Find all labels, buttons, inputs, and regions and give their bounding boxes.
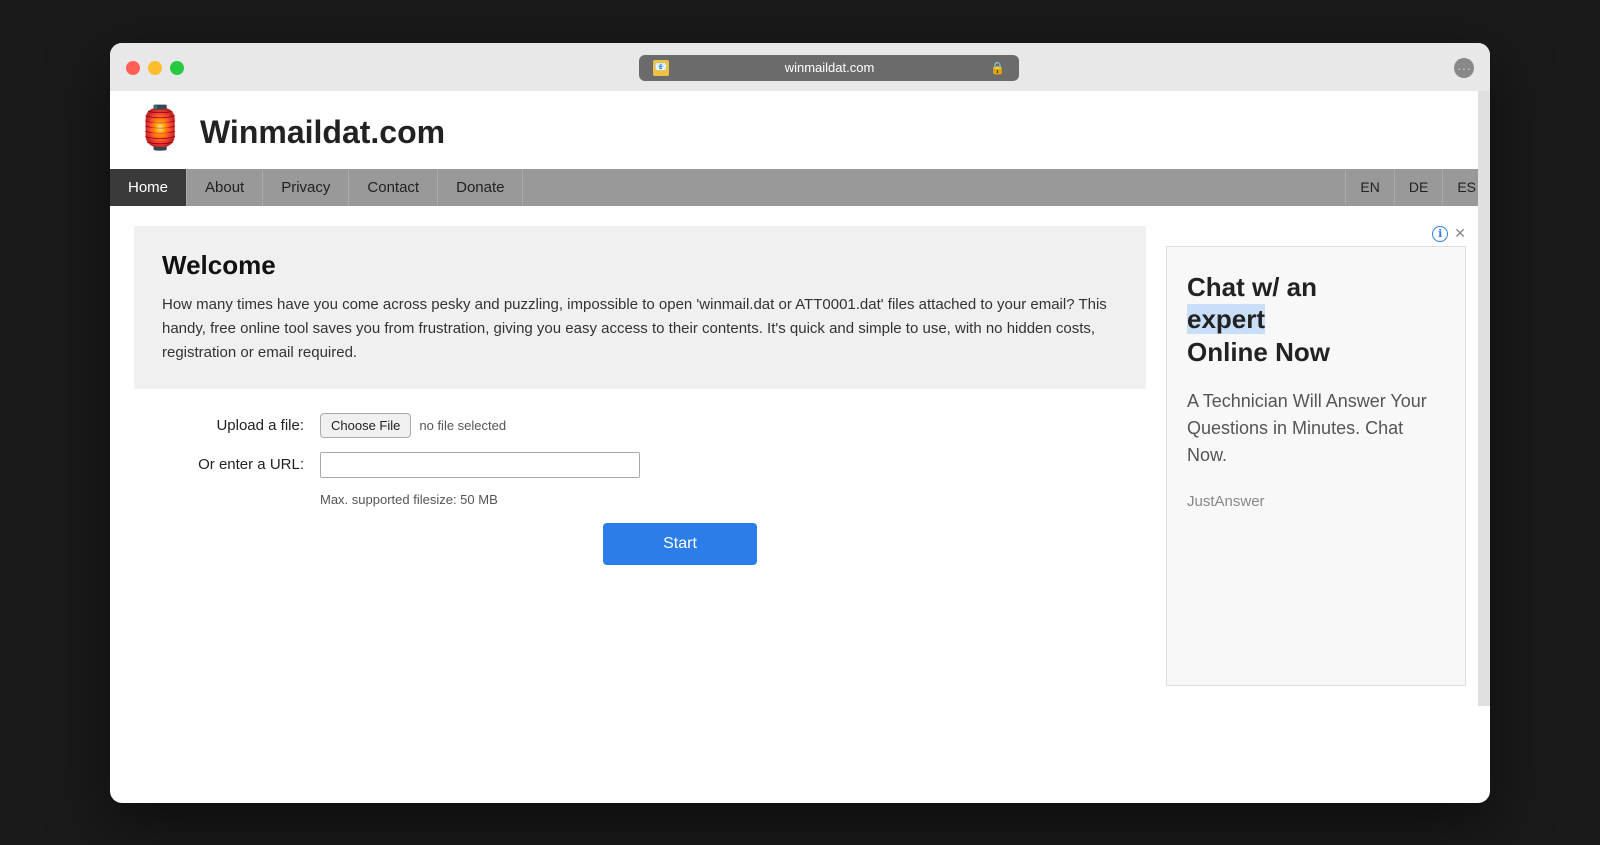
maximize-button[interactable]	[170, 61, 184, 75]
url-label: Or enter a URL:	[144, 456, 304, 473]
ad-headline-highlight: expert	[1187, 304, 1265, 334]
site-logo: 🏮	[134, 107, 186, 159]
filesize-note: Max. supported filesize: 50 MB	[320, 492, 1136, 507]
upload-label: Upload a file:	[144, 417, 304, 434]
nav-item-about[interactable]: About	[187, 169, 263, 206]
traffic-lights	[126, 61, 184, 75]
url-input-row: Or enter a URL:	[144, 452, 1136, 478]
main-content: Welcome How many times have you come acr…	[134, 226, 1146, 686]
ad-headline: Chat w/ an expert Online Now	[1187, 271, 1445, 369]
site-header: 🏮 Winmaildat.com	[110, 91, 1490, 159]
site-favicon-icon: 📧	[653, 60, 669, 76]
ad-info-button[interactable]: ℹ	[1432, 226, 1448, 242]
nav-item-contact[interactable]: Contact	[349, 169, 438, 206]
address-text: winmaildat.com	[677, 60, 982, 75]
ad-headline-part1: Chat w/ an	[1187, 272, 1317, 302]
start-button[interactable]: Start	[603, 523, 757, 565]
welcome-body: How many times have you come across pesk…	[162, 293, 1118, 365]
browser-menu-button[interactable]: ···	[1454, 58, 1474, 78]
logo-icon: 🏮	[134, 104, 186, 151]
ad-card: Chat w/ an expert Online Now A Technicia…	[1166, 246, 1466, 686]
url-input[interactable]	[320, 452, 640, 478]
close-button[interactable]	[126, 61, 140, 75]
ad-headline-part2: Online Now	[1187, 337, 1330, 367]
scrollbar[interactable]	[1478, 91, 1490, 706]
minimize-button[interactable]	[148, 61, 162, 75]
ad-subtext: A Technician Will Answer Your Questions …	[1187, 388, 1445, 469]
ellipsis-icon: ···	[1457, 60, 1471, 76]
navigation-bar: Home About Privacy Contact Donate	[110, 169, 1490, 206]
site-title: Winmaildat.com	[200, 114, 445, 151]
language-selector: EN DE ES	[1345, 169, 1490, 206]
nav-item-donate[interactable]: Donate	[438, 169, 523, 206]
choose-file-button[interactable]: Choose File	[320, 413, 411, 438]
ad-brand: JustAnswer	[1187, 493, 1445, 510]
no-file-selected-text: no file selected	[419, 418, 506, 433]
lock-icon: 🔒	[990, 61, 1005, 75]
welcome-section: Welcome How many times have you come acr…	[134, 226, 1146, 389]
ad-close-button[interactable]: ✕	[1454, 226, 1466, 242]
upload-form: Upload a file: Choose File no file selec…	[134, 413, 1146, 565]
lang-de-button[interactable]: DE	[1394, 169, 1442, 205]
lang-en-button[interactable]: EN	[1345, 169, 1393, 205]
welcome-title: Welcome	[162, 250, 1118, 281]
address-bar[interactable]: 📧 winmaildat.com 🔒	[639, 55, 1019, 81]
nav-item-home[interactable]: Home	[110, 169, 187, 206]
nav-item-privacy[interactable]: Privacy	[263, 169, 349, 206]
file-upload-row: Upload a file: Choose File no file selec…	[144, 413, 1136, 438]
ad-panel: ℹ ✕ Chat w/ an expert Online Now A Techn…	[1166, 226, 1466, 686]
